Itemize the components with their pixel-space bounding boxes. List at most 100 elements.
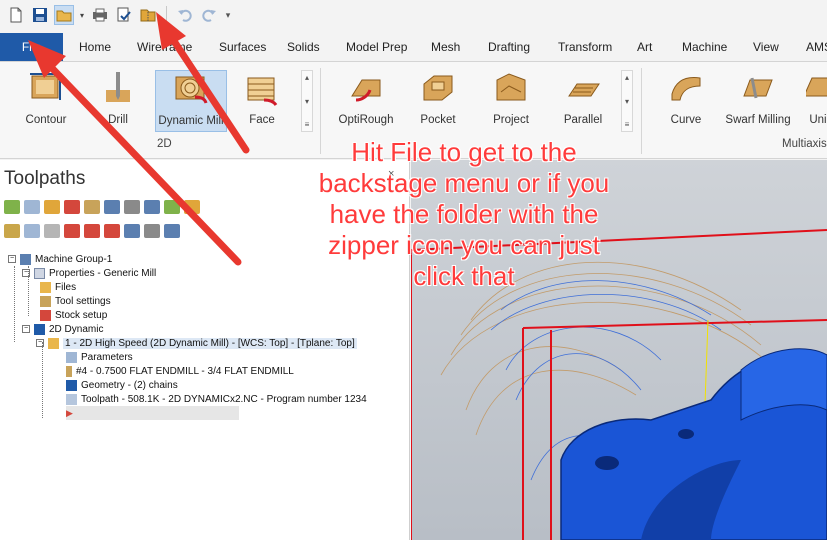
tree-node-tool-settings[interactable]: Tool settings <box>40 294 111 308</box>
print-icon[interactable] <box>90 5 110 25</box>
tree-node-label: Stock setup <box>55 309 108 321</box>
tab-wireframe[interactable]: Wireframe <box>137 33 192 61</box>
new-icon[interactable] <box>6 5 26 25</box>
curve-button[interactable]: Curve <box>664 70 708 132</box>
zip2go-icon[interactable] <box>138 5 158 25</box>
toggle-toolpath-icon[interactable] <box>24 224 40 238</box>
optirough-button[interactable]: OptiRough <box>334 70 398 132</box>
tree-node-stock-setup[interactable]: Stock setup <box>40 308 107 322</box>
annotation-line: backstage menu or if you <box>318 168 610 198</box>
tree-node-machine-group[interactable]: − Machine Group-1 <box>8 252 112 266</box>
gallery-scroll-3d[interactable]: ▴ ▾ ≡ <box>621 70 633 132</box>
tree-node-2d-dynamic[interactable]: − 2D Dynamic <box>22 322 103 336</box>
unified-icon <box>806 77 827 97</box>
open-dropdown-icon[interactable]: ▾ <box>78 5 86 25</box>
face-icon <box>247 77 278 106</box>
undo-icon[interactable] <box>175 5 195 25</box>
open-icon[interactable] <box>54 5 74 25</box>
tab-solids[interactable]: Solids <box>287 33 320 61</box>
save-icon[interactable] <box>30 5 50 25</box>
tab-surfaces[interactable]: Surfaces <box>219 33 266 61</box>
tab-art[interactable]: Art <box>637 33 652 61</box>
collapse-icon[interactable]: − <box>22 269 30 277</box>
simulate-icon[interactable] <box>124 200 140 214</box>
group-label-2d: 2D <box>157 138 172 150</box>
tree-node-toolpath[interactable]: Toolpath - 508.1K - 2D DYNAMICx2.NC - Pr… <box>66 392 367 406</box>
geometry-icon <box>66 379 77 391</box>
contour-button[interactable]: Contour <box>16 70 76 132</box>
pocket-button[interactable]: Pocket <box>414 70 462 132</box>
tree-node-properties[interactable]: − Properties - Generic Mill <box>22 266 156 280</box>
tab-transform[interactable]: Transform <box>558 33 612 61</box>
verify-icon[interactable] <box>104 200 120 214</box>
parallel-button[interactable]: Parallel <box>558 70 608 132</box>
lock-icon[interactable] <box>4 224 20 238</box>
annotation-callout: Hit File to get to the backstage menu or… <box>274 137 654 292</box>
tree-node-label: Toolpath - 508.1K - 2D DYNAMICx2.NC - Pr… <box>81 393 367 405</box>
tree-node-parameters[interactable]: Parameters <box>66 350 133 364</box>
select-failed-icon[interactable] <box>24 200 40 214</box>
stock-setup-icon <box>40 309 51 321</box>
tree-node-tool[interactable]: #4 - 0.7500 FLAT ENDMILL - 3/4 FLAT ENDM… <box>66 364 294 378</box>
tree-node-geometry[interactable]: Geometry - (2) chains <box>66 378 178 392</box>
tree-node-files[interactable]: Files <box>40 280 76 294</box>
optirough-icon <box>351 79 381 102</box>
pocket-icon <box>423 75 453 101</box>
help-icon[interactable] <box>164 224 180 238</box>
tab-model-prep[interactable]: Model Prep <box>346 33 407 61</box>
move-up-icon[interactable] <box>84 224 100 238</box>
tab-home[interactable]: Home <box>79 33 111 61</box>
contour-icon <box>30 73 61 100</box>
tree-node-label: 1 - 2D High Speed (2D Dynamic Mill) - [W… <box>63 337 357 349</box>
tab-mesh[interactable]: Mesh <box>431 33 460 61</box>
tab-view[interactable]: View <box>753 33 779 61</box>
project-label: Project <box>493 114 529 126</box>
single-display-icon[interactable] <box>144 224 160 238</box>
tab-machine[interactable]: Machine <box>682 33 727 61</box>
tree-node-label: #4 - 0.7500 FLAT ENDMILL - 3/4 FLAT ENDM… <box>76 365 294 377</box>
dynamic-mill-icon <box>175 76 208 104</box>
collapse-icon[interactable]: − <box>22 325 30 333</box>
project-button[interactable]: Project <box>486 70 536 132</box>
toolpaths-toolbar-row-1 <box>4 197 200 217</box>
insert-arrow-icon[interactable] <box>104 224 120 238</box>
drill-button[interactable]: Drill <box>96 70 140 132</box>
select-all-icon[interactable] <box>4 200 20 214</box>
tree-node-operation-1[interactable]: − 1 - 2D High Speed (2D Dynamic Mill) - … <box>36 336 357 350</box>
tab-drafting[interactable]: Drafting <box>488 33 530 61</box>
tree-guide <box>42 342 43 418</box>
optirough-label: OptiRough <box>338 114 394 126</box>
backplot-icon[interactable] <box>84 200 100 214</box>
post-selected-icon[interactable] <box>184 200 200 214</box>
parallel-label: Parallel <box>563 114 603 126</box>
tree-node-label: Properties - Generic Mill <box>49 267 157 279</box>
regenerate-icon[interactable] <box>44 200 60 214</box>
drill-label: Drill <box>108 114 128 126</box>
gallery-scroll-2d[interactable]: ▴ ▾ ≡ <box>301 70 313 132</box>
face-button[interactable]: Face <box>240 70 284 132</box>
print-preview-icon[interactable] <box>114 5 134 25</box>
toggle-display-icon[interactable] <box>144 200 160 214</box>
customize-icon[interactable]: ▾ <box>223 5 233 25</box>
regenerate-dirty-icon[interactable] <box>64 200 80 214</box>
toolbar-separator <box>166 6 167 24</box>
insert-arrow-row[interactable]: ▶ <box>66 406 239 420</box>
tab-ams[interactable]: AMS <box>806 33 827 61</box>
collapse-icon[interactable]: − <box>8 255 16 263</box>
properties-icon <box>34 267 45 279</box>
toggle-post-icon[interactable] <box>44 224 60 238</box>
swarf-milling-button[interactable]: Swarf Milling <box>724 70 792 132</box>
dynamic-mill-button[interactable]: Dynamic Mill <box>155 70 227 132</box>
tree-node-label: Parameters <box>81 351 133 363</box>
unified-button[interactable]: Uni <box>806 70 827 132</box>
g1-post-icon[interactable] <box>164 200 180 214</box>
curve-icon <box>671 77 701 101</box>
move-down-icon[interactable] <box>64 224 80 238</box>
collapse-icon[interactable]: − <box>36 339 44 347</box>
panel-title: Toolpaths <box>4 168 86 189</box>
tab-file[interactable]: File <box>0 33 63 61</box>
pocket-label: Pocket <box>420 114 456 126</box>
highlight-icon[interactable] <box>124 224 140 238</box>
toolpaths-toolbar-row-2 <box>4 221 180 241</box>
redo-icon[interactable] <box>199 5 219 25</box>
